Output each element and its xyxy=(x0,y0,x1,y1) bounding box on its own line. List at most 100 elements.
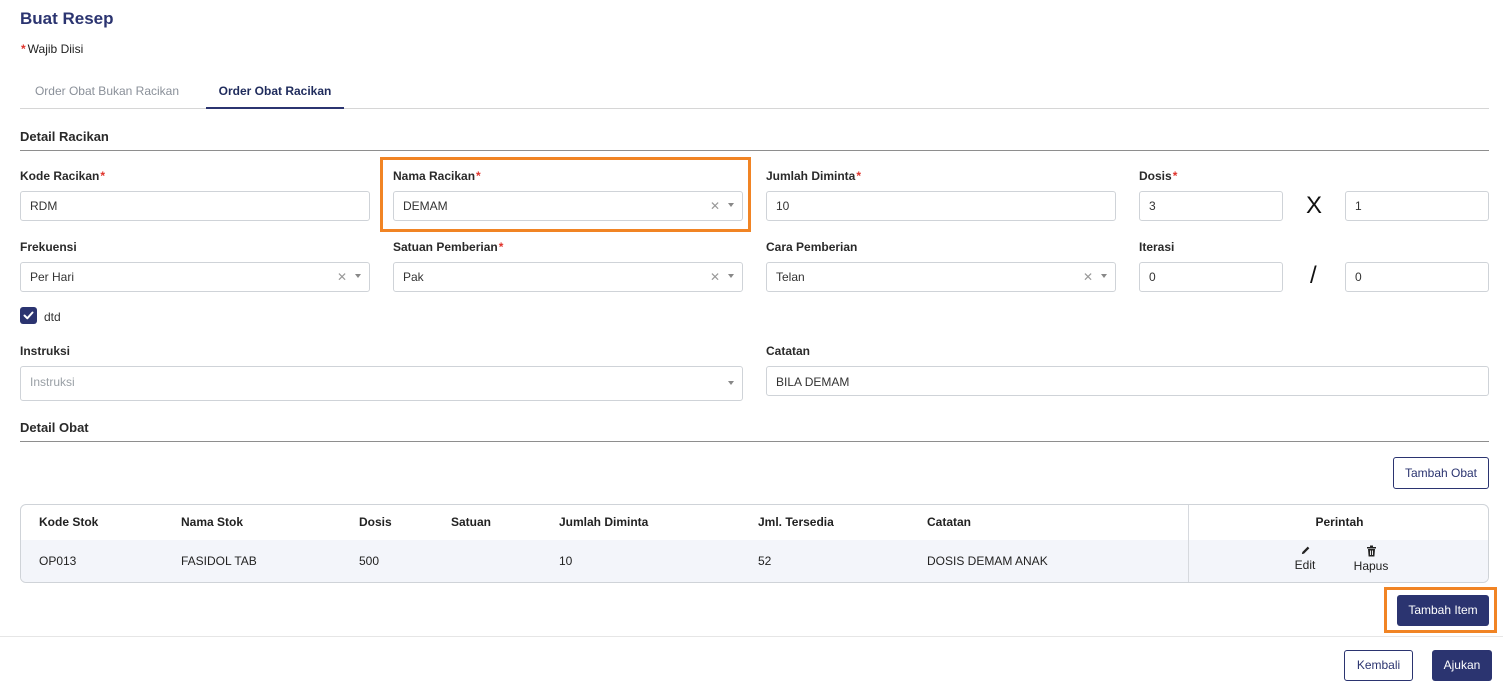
instruksi-label-text: Instruksi xyxy=(20,344,71,358)
tab-bar: Order Obat Bukan Racikan Order Obat Raci… xyxy=(20,76,1489,109)
clear-icon[interactable]: ✕ xyxy=(1083,263,1093,291)
iterasi-label-text: Iterasi xyxy=(1139,240,1175,254)
kode-racikan-value: RDM xyxy=(30,199,58,213)
instruksi-placeholder: Instruksi xyxy=(30,375,75,389)
cell-kode-stok: OP013 xyxy=(39,554,77,568)
cell-dosis: 500 xyxy=(359,554,380,568)
page-title: Buat Resep xyxy=(20,9,114,28)
instruksi-select[interactable]: Instruksi xyxy=(20,366,743,401)
edit-button[interactable]: Edit xyxy=(1285,545,1325,572)
required-asterisk: * xyxy=(21,42,26,56)
dosis-label: Dosis* xyxy=(1139,169,1179,183)
tambah-item-button[interactable]: Tambah Item xyxy=(1397,595,1489,626)
clear-icon[interactable]: ✕ xyxy=(710,192,720,220)
cara-pemberian-label-text: Cara Pemberian xyxy=(766,240,858,254)
nama-racikan-label-text: Nama Racikan xyxy=(393,169,476,183)
column-header-jml-tersedia: Jml. Tersedia xyxy=(758,515,834,529)
frekuensi-label: Frekuensi xyxy=(20,240,77,254)
jumlah-diminta-value: 10 xyxy=(776,199,790,213)
satuan-pemberian-select[interactable]: Pak ✕ xyxy=(393,262,743,292)
required-asterisk: * xyxy=(1172,169,1178,183)
nama-racikan-label: Nama Racikan* xyxy=(393,169,483,183)
clear-icon[interactable]: ✕ xyxy=(337,263,347,291)
column-header-satuan: Satuan xyxy=(451,515,492,529)
ajukan-button[interactable]: Ajukan xyxy=(1432,650,1492,681)
divide-sign: / xyxy=(1310,262,1317,289)
dosis-right-input[interactable]: 1 xyxy=(1345,191,1489,221)
chevron-down-icon[interactable] xyxy=(728,381,734,385)
kode-racikan-label: Kode Racikan* xyxy=(20,169,107,183)
iterasi-label: Iterasi xyxy=(1139,240,1174,254)
dtd-checkbox[interactable] xyxy=(20,307,37,324)
frekuensi-value: Per Hari xyxy=(30,270,75,284)
required-note-text: Wajib Diisi xyxy=(27,42,84,56)
chevron-down-icon[interactable] xyxy=(728,203,734,207)
cara-pemberian-label: Cara Pemberian xyxy=(766,240,857,254)
iterasi-right-input[interactable]: 0 xyxy=(1345,262,1489,292)
nama-racikan-select[interactable]: DEMAM ✕ xyxy=(393,191,743,221)
section-divider xyxy=(20,441,1489,442)
cara-pemberian-value: Telan xyxy=(776,270,805,284)
hapus-label: Hapus xyxy=(1353,559,1389,573)
tab-order-obat-racikan[interactable]: Order Obat Racikan xyxy=(206,76,344,109)
iterasi-left-input[interactable]: 0 xyxy=(1139,262,1283,292)
frekuensi-label-text: Frekuensi xyxy=(20,240,77,254)
iterasi-left-value: 0 xyxy=(1149,270,1156,284)
column-header-dosis: Dosis xyxy=(359,515,392,529)
satuan-pemberian-value: Pak xyxy=(403,270,424,284)
cell-jml-tersedia: 52 xyxy=(758,554,772,568)
nama-racikan-value: DEMAM xyxy=(403,199,448,213)
section-title-detail-obat: Detail Obat xyxy=(20,420,89,435)
chevron-down-icon[interactable] xyxy=(1101,274,1107,278)
column-divider xyxy=(1188,505,1189,582)
required-asterisk: * xyxy=(498,240,504,254)
jumlah-diminta-input[interactable]: 10 xyxy=(766,191,1116,221)
clear-icon[interactable]: ✕ xyxy=(710,263,720,291)
kode-racikan-input[interactable]: RDM xyxy=(20,191,370,221)
dosis-left-value: 3 xyxy=(1149,199,1156,213)
cell-nama-stok: FASIDOL TAB xyxy=(181,554,257,568)
obat-table: Kode Stok Nama Stok Dosis Satuan Jumlah … xyxy=(20,504,1489,583)
pencil-icon xyxy=(1301,546,1309,555)
cara-pemberian-select[interactable]: Telan ✕ xyxy=(766,262,1116,292)
cell-catatan: DOSIS DEMAM ANAK xyxy=(927,554,1048,568)
section-title-detail-racikan: Detail Racikan xyxy=(20,129,109,144)
tambah-obat-button[interactable]: Tambah Obat xyxy=(1393,457,1489,489)
required-asterisk: * xyxy=(100,169,106,183)
edit-label: Edit xyxy=(1294,558,1316,572)
chevron-down-icon[interactable] xyxy=(728,274,734,278)
column-header-catatan: Catatan xyxy=(927,515,972,529)
required-asterisk: * xyxy=(476,169,481,183)
chevron-down-icon[interactable] xyxy=(355,274,361,278)
column-header-jumlah-diminta: Jumlah Diminta xyxy=(559,515,649,529)
satuan-pemberian-label-text: Satuan Pemberian xyxy=(393,240,498,254)
frekuensi-select[interactable]: Per Hari ✕ xyxy=(20,262,370,292)
dosis-left-input[interactable]: 3 xyxy=(1139,191,1283,221)
hapus-button[interactable]: Hapus xyxy=(1349,545,1393,573)
catatan-label: Catatan xyxy=(766,344,810,358)
dtd-label: dtd xyxy=(44,310,61,324)
required-asterisk: * xyxy=(856,169,862,183)
dosis-right-value: 1 xyxy=(1355,199,1362,213)
cell-jumlah-diminta: 10 xyxy=(559,554,573,568)
dosis-label-text: Dosis xyxy=(1139,169,1172,183)
instruksi-label: Instruksi xyxy=(20,344,70,358)
satuan-pemberian-label: Satuan Pemberian* xyxy=(393,240,505,254)
catatan-value: BILA DEMAM xyxy=(776,375,850,389)
multiply-sign: X xyxy=(1306,192,1323,219)
jumlah-diminta-label-text: Jumlah Diminta xyxy=(766,169,856,183)
column-header-kode-stok: Kode Stok xyxy=(39,515,99,529)
kembali-button[interactable]: Kembali xyxy=(1344,650,1413,681)
iterasi-right-value: 0 xyxy=(1355,270,1362,284)
column-header-perintah: Perintah xyxy=(1315,515,1364,529)
jumlah-diminta-label: Jumlah Diminta* xyxy=(766,169,863,183)
column-header-nama-stok: Nama Stok xyxy=(181,515,244,529)
tab-order-obat-bukan-racikan[interactable]: Order Obat Bukan Racikan xyxy=(20,76,194,109)
kode-racikan-label-text: Kode Racikan xyxy=(20,169,100,183)
required-note: * Wajib Diisi xyxy=(20,42,83,56)
trash-icon xyxy=(1366,545,1376,557)
catatan-input[interactable]: BILA DEMAM xyxy=(766,366,1489,396)
check-icon xyxy=(23,311,34,320)
catatan-label-text: Catatan xyxy=(766,344,811,358)
footer-divider xyxy=(0,636,1503,637)
